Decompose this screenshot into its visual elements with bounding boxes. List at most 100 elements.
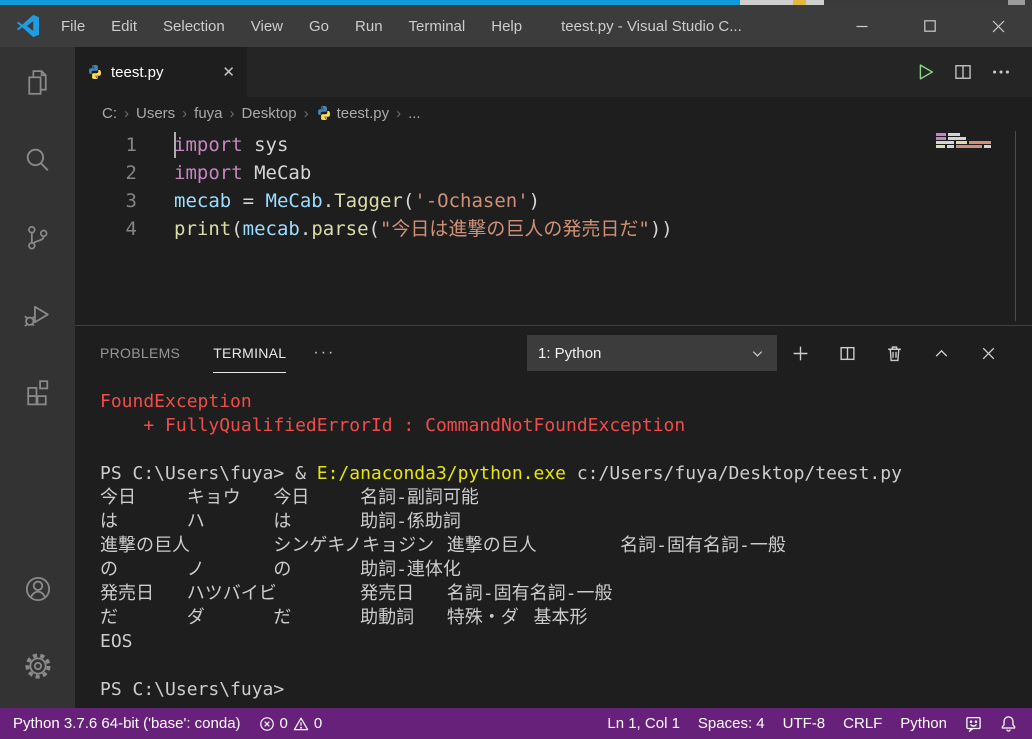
tab-teest-py[interactable]: teest.py ✕	[75, 47, 247, 97]
panel-tab-problems[interactable]: PROBLEMS	[100, 333, 180, 373]
error-icon	[259, 716, 275, 732]
menu-selection[interactable]: Selection	[150, 5, 238, 47]
window-controls	[828, 5, 1032, 47]
kill-terminal-trash-icon[interactable]	[871, 335, 918, 371]
language-mode[interactable]: Python	[891, 715, 956, 732]
close-panel-icon[interactable]	[965, 335, 1012, 371]
terminal-output: FoundException + FullyQualifiedErrorId :…	[100, 390, 1032, 702]
breadcrumb-item[interactable]: Desktop	[242, 105, 297, 122]
breadcrumb-item[interactable]: Users	[136, 105, 175, 122]
python-interpreter-status[interactable]: Python 3.7.6 64-bit ('base': conda)	[4, 715, 250, 732]
cursor-position[interactable]: Ln 1, Col 1	[598, 715, 689, 732]
menu-run[interactable]: Run	[342, 5, 396, 47]
run-button[interactable]	[906, 47, 944, 97]
menubar: FileEditSelectionViewGoRunTerminalHelp	[48, 5, 535, 47]
breadcrumb-item[interactable]: fuya	[194, 105, 222, 122]
statusbar-right-items: Ln 1, Col 1Spaces: 4UTF-8CRLFPython	[598, 715, 956, 732]
statusbar-right: Ln 1, Col 1Spaces: 4UTF-8CRLFPython	[598, 715, 1032, 732]
vscode-logo-icon	[16, 13, 42, 39]
terminal-line: だ ダ だ 助動詞 特殊・ダ 基本形	[100, 606, 1032, 630]
panel-tab-terminal[interactable]: TERMINAL	[213, 333, 286, 373]
code-editor[interactable]: 1import sys2import MeCab3mecab = MeCab.T…	[75, 129, 1032, 325]
terminal[interactable]: FoundException + FullyQualifiedErrorId :…	[75, 380, 1032, 708]
minimize-button[interactable]	[828, 5, 896, 47]
maximize-panel-chevron-up-icon[interactable]	[918, 335, 965, 371]
window-title: teest.py - Visual Studio C...	[561, 18, 742, 35]
line-number: 4	[75, 215, 137, 243]
notifications-bell-icon[interactable]	[991, 715, 1026, 732]
terminal-line: は ハ は 助詞-係助詞	[100, 510, 1032, 534]
line-number: 1	[75, 131, 137, 159]
activitybar-bottom	[21, 572, 55, 708]
search-icon[interactable]	[21, 143, 55, 177]
panel-tabs: PROBLEMS TERMINAL	[100, 333, 319, 373]
indentation[interactable]: Spaces: 4	[689, 715, 774, 732]
minimap[interactable]	[936, 133, 998, 149]
menu-go[interactable]: Go	[296, 5, 342, 47]
activitybar	[0, 47, 75, 708]
chevron-right-icon: ›	[304, 105, 309, 122]
statusbar: Python 3.7.6 64-bit ('base': conda) 0 0 …	[0, 708, 1032, 739]
chevron-right-icon: ›	[396, 105, 401, 122]
menu-terminal[interactable]: Terminal	[396, 5, 479, 47]
settings-gear-icon[interactable]	[21, 649, 55, 683]
chevron-right-icon: ›	[230, 105, 235, 122]
problems-status[interactable]: 0 0	[250, 715, 332, 732]
breadcrumb-item[interactable]: C:	[102, 105, 117, 122]
code-lines: 1import sys2import MeCab3mecab = MeCab.T…	[75, 131, 1032, 243]
warning-count: 0	[314, 715, 322, 732]
more-actions-icon[interactable]	[982, 47, 1020, 97]
python-icon	[87, 64, 103, 80]
explorer-icon[interactable]	[21, 66, 55, 100]
editor-and-panel: teest.py ✕ C: ›	[75, 47, 1032, 708]
close-window-button[interactable]	[964, 5, 1032, 47]
tab-label: teest.py	[111, 64, 164, 81]
source-control-icon[interactable]	[21, 220, 55, 254]
eol-sequence[interactable]: CRLF	[834, 715, 891, 732]
menu-edit[interactable]: Edit	[98, 5, 150, 47]
run-and-debug-icon[interactable]	[21, 297, 55, 331]
breadcrumb: C: › Users › fuya › Desktop › teest.py ›...	[75, 97, 1032, 129]
error-count: 0	[280, 715, 288, 732]
chevron-right-icon: ›	[182, 105, 187, 122]
breadcrumb-item[interactable]: ...	[408, 105, 421, 122]
terminal-line: 進撃の巨人 シンゲキノキョジン 進撃の巨人 名詞-固有名詞-一般	[100, 534, 1032, 558]
terminal-line: EOS	[100, 630, 1032, 654]
new-terminal-icon[interactable]	[777, 335, 824, 371]
line-number: 3	[75, 187, 137, 215]
split-terminal-icon[interactable]	[824, 335, 871, 371]
chevron-down-icon	[750, 346, 765, 361]
vscode-window: FileEditSelectionViewGoRunTerminalHelp t…	[0, 0, 1032, 739]
terminal-line: FoundException	[100, 390, 1032, 414]
split-editor-button[interactable]	[944, 47, 982, 97]
maximize-button[interactable]	[896, 5, 964, 47]
terminal-line: PS C:\Users\fuya>	[100, 678, 1032, 702]
breadcrumb-item[interactable]: teest.py	[316, 105, 390, 122]
terminal-line: 今日 キョウ 今日 名詞-副詞可能	[100, 486, 1032, 510]
menu-file[interactable]: File	[48, 5, 98, 47]
terminal-line: 発売日 ハツバイビ 発売日 名詞-固有名詞-一般	[100, 582, 1032, 606]
workbench: teest.py ✕ C: ›	[0, 47, 1032, 708]
account-icon[interactable]	[21, 572, 55, 606]
terminal-line: の ノ の 助詞-連体化	[100, 558, 1032, 582]
terminal-select-value: 1: Python	[538, 345, 601, 362]
warning-icon	[293, 716, 309, 732]
panel-header: PROBLEMS TERMINAL ··· 1: Python	[75, 326, 1032, 380]
chevron-right-icon: ›	[124, 105, 129, 122]
statusbar-left: Python 3.7.6 64-bit ('base': conda) 0 0	[0, 715, 331, 732]
editor-area: teest.py ✕ C: ›	[75, 47, 1032, 325]
extensions-icon[interactable]	[21, 374, 55, 408]
editor-actions	[906, 47, 1032, 97]
panel: PROBLEMS TERMINAL ··· 1: Python	[75, 325, 1032, 708]
encoding[interactable]: UTF-8	[774, 715, 835, 732]
terminal-line: + FullyQualifiedErrorId : CommandNotFoun…	[100, 414, 1032, 438]
code-line: 3mecab = MeCab.Tagger('-Ochasen')	[75, 187, 1032, 215]
line-number: 2	[75, 159, 137, 187]
overview-ruler	[1015, 131, 1016, 321]
close-tab-icon[interactable]: ✕	[222, 63, 235, 81]
menu-help[interactable]: Help	[478, 5, 535, 47]
terminal-select-dropdown[interactable]: 1: Python	[527, 335, 777, 371]
menu-view[interactable]: View	[238, 5, 296, 47]
feedback-smiley-icon[interactable]	[956, 715, 991, 732]
panel-more-icon[interactable]: ···	[313, 344, 335, 362]
